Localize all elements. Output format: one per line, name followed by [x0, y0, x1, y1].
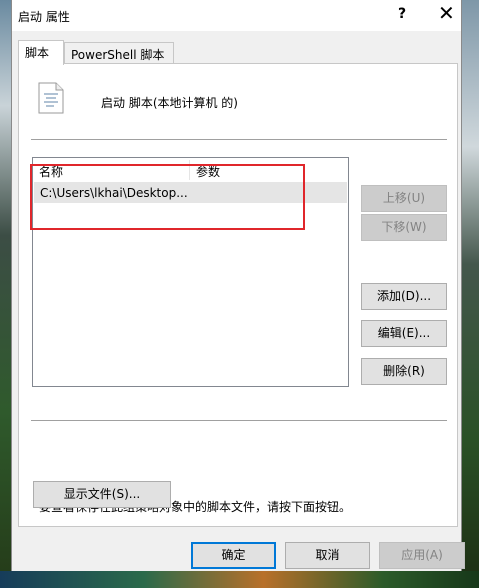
desktop-background-bottom	[0, 571, 479, 588]
apply-button[interactable]: 应用(A)	[379, 542, 465, 569]
remove-button[interactable]: 删除(R)	[361, 358, 447, 385]
script-name-cell: C:\Users\lkhai\Desktop...	[40, 186, 188, 200]
cancel-button[interactable]: 取消	[285, 542, 370, 569]
add-button[interactable]: 添加(D)...	[361, 283, 447, 310]
close-button[interactable]: ✕	[438, 3, 455, 23]
move-up-button[interactable]: 上移(U)	[361, 185, 447, 212]
ok-button[interactable]: 确定	[191, 542, 276, 569]
divider	[31, 139, 447, 140]
tab-scripts[interactable]: 脚本	[18, 40, 64, 65]
window-title: 启动 属性	[18, 10, 70, 24]
column-header-name[interactable]: 名称	[33, 160, 190, 180]
properties-dialog: 启动 属性 ? ✕ 脚本 PowerShell 脚本 启动 脚本(本地计算机 的…	[11, 0, 465, 571]
list-item[interactable]: C:\Users\lkhai\Desktop...	[34, 182, 347, 203]
divider	[31, 420, 447, 421]
edit-button[interactable]: 编辑(E)...	[361, 320, 447, 347]
script-scope-label: 启动 脚本(本地计算机 的)	[101, 96, 238, 110]
move-down-button[interactable]: 下移(W)	[361, 214, 447, 241]
title-bar: 启动 属性 ? ✕	[12, 0, 461, 31]
column-header-parameters[interactable]: 参数	[190, 160, 348, 180]
help-button[interactable]: ?	[398, 6, 406, 22]
desktop-background-right	[462, 0, 479, 588]
script-document-icon	[38, 82, 64, 114]
show-files-button[interactable]: 显示文件(S)...	[33, 481, 171, 508]
tab-powershell-scripts[interactable]: PowerShell 脚本	[64, 42, 174, 64]
script-list[interactable]: 名称 参数 C:\Users\lkhai\Desktop...	[32, 157, 349, 387]
desktop-background-left	[0, 0, 11, 588]
